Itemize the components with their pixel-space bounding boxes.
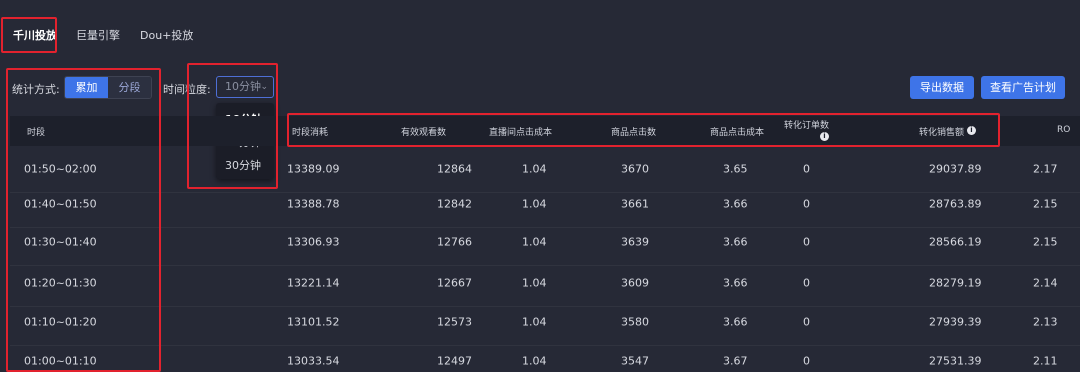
cell-product-cpc: 3.66 <box>723 315 748 329</box>
cell-spend: 13306.93 <box>287 235 340 249</box>
cell-spend: 13033.54 <box>287 354 340 368</box>
cell-product-clicks: 3609 <box>621 276 649 290</box>
cell-spend: 13221.14 <box>287 276 340 290</box>
cell-product-clicks: 3661 <box>621 197 649 211</box>
cell-views: 12497 <box>437 354 472 368</box>
cell-gmv: 28566.19 <box>929 235 982 249</box>
cell-product-clicks: 3580 <box>621 315 649 329</box>
cell-product-cpc: 3.67 <box>723 354 748 368</box>
cell-cpc-live: 1.04 <box>522 197 547 211</box>
cell-roi: 2.13 <box>1033 315 1058 329</box>
cell-orders: 0 <box>803 162 810 176</box>
cell-gmv: 29037.89 <box>929 162 982 176</box>
view-ad-plan-button[interactable]: 查看广告计划 <box>981 76 1065 99</box>
cell-roi: 2.17 <box>1033 162 1058 176</box>
cell-product-cpc: 3.66 <box>723 235 748 249</box>
header-roi: RO <box>1057 125 1071 135</box>
cell-cpc-live: 1.04 <box>522 235 547 249</box>
tab-dou-plus[interactable]: Dou+投放 <box>140 27 193 43</box>
cell-roi: 2.11 <box>1033 354 1058 368</box>
cell-gmv: 27531.39 <box>929 354 982 368</box>
tab-juliang[interactable]: 巨量引擎 <box>76 27 120 43</box>
cell-spend: 13388.78 <box>287 197 340 211</box>
cell-orders: 0 <box>803 197 810 211</box>
cell-roi: 2.14 <box>1033 276 1058 290</box>
cell-views: 12864 <box>437 162 472 176</box>
cell-product-clicks: 3670 <box>621 162 649 176</box>
cell-views: 12667 <box>437 276 472 290</box>
cell-roi: 2.15 <box>1033 197 1058 211</box>
highlight-box-granularity <box>187 63 278 189</box>
cell-views: 12766 <box>437 235 472 249</box>
cell-product-clicks: 3547 <box>621 354 649 368</box>
cell-product-cpc: 3.66 <box>723 276 748 290</box>
cell-product-clicks: 3639 <box>621 235 649 249</box>
cell-gmv: 28279.19 <box>929 276 982 290</box>
cell-product-cpc: 3.65 <box>723 162 748 176</box>
cell-orders: 0 <box>803 354 810 368</box>
cell-orders: 0 <box>803 235 810 249</box>
cell-views: 12842 <box>437 197 472 211</box>
cell-roi: 2.15 <box>1033 235 1058 249</box>
highlight-box-metrics-header <box>287 113 1000 147</box>
cell-cpc-live: 1.04 <box>522 354 547 368</box>
cell-gmv: 27939.39 <box>929 315 982 329</box>
cell-spend: 13389.09 <box>287 162 340 176</box>
cell-cpc-live: 1.04 <box>522 276 547 290</box>
table-row: 01:00~01:10 13033.54 12497 1.04 3547 3.6… <box>10 338 1080 372</box>
export-data-button[interactable]: 导出数据 <box>910 76 974 99</box>
cell-spend: 13101.52 <box>287 315 340 329</box>
cell-views: 12573 <box>437 315 472 329</box>
table-row: 01:30~01:40 13306.93 12766 1.04 3639 3.6… <box>10 219 1080 266</box>
cell-cpc-live: 1.04 <box>522 162 547 176</box>
highlight-box-period-column <box>6 68 161 372</box>
cell-gmv: 28763.89 <box>929 197 982 211</box>
cell-product-cpc: 3.66 <box>723 197 748 211</box>
cell-orders: 0 <box>803 315 810 329</box>
cell-orders: 0 <box>803 276 810 290</box>
highlight-box-tab <box>1 17 57 53</box>
cell-cpc-live: 1.04 <box>522 315 547 329</box>
